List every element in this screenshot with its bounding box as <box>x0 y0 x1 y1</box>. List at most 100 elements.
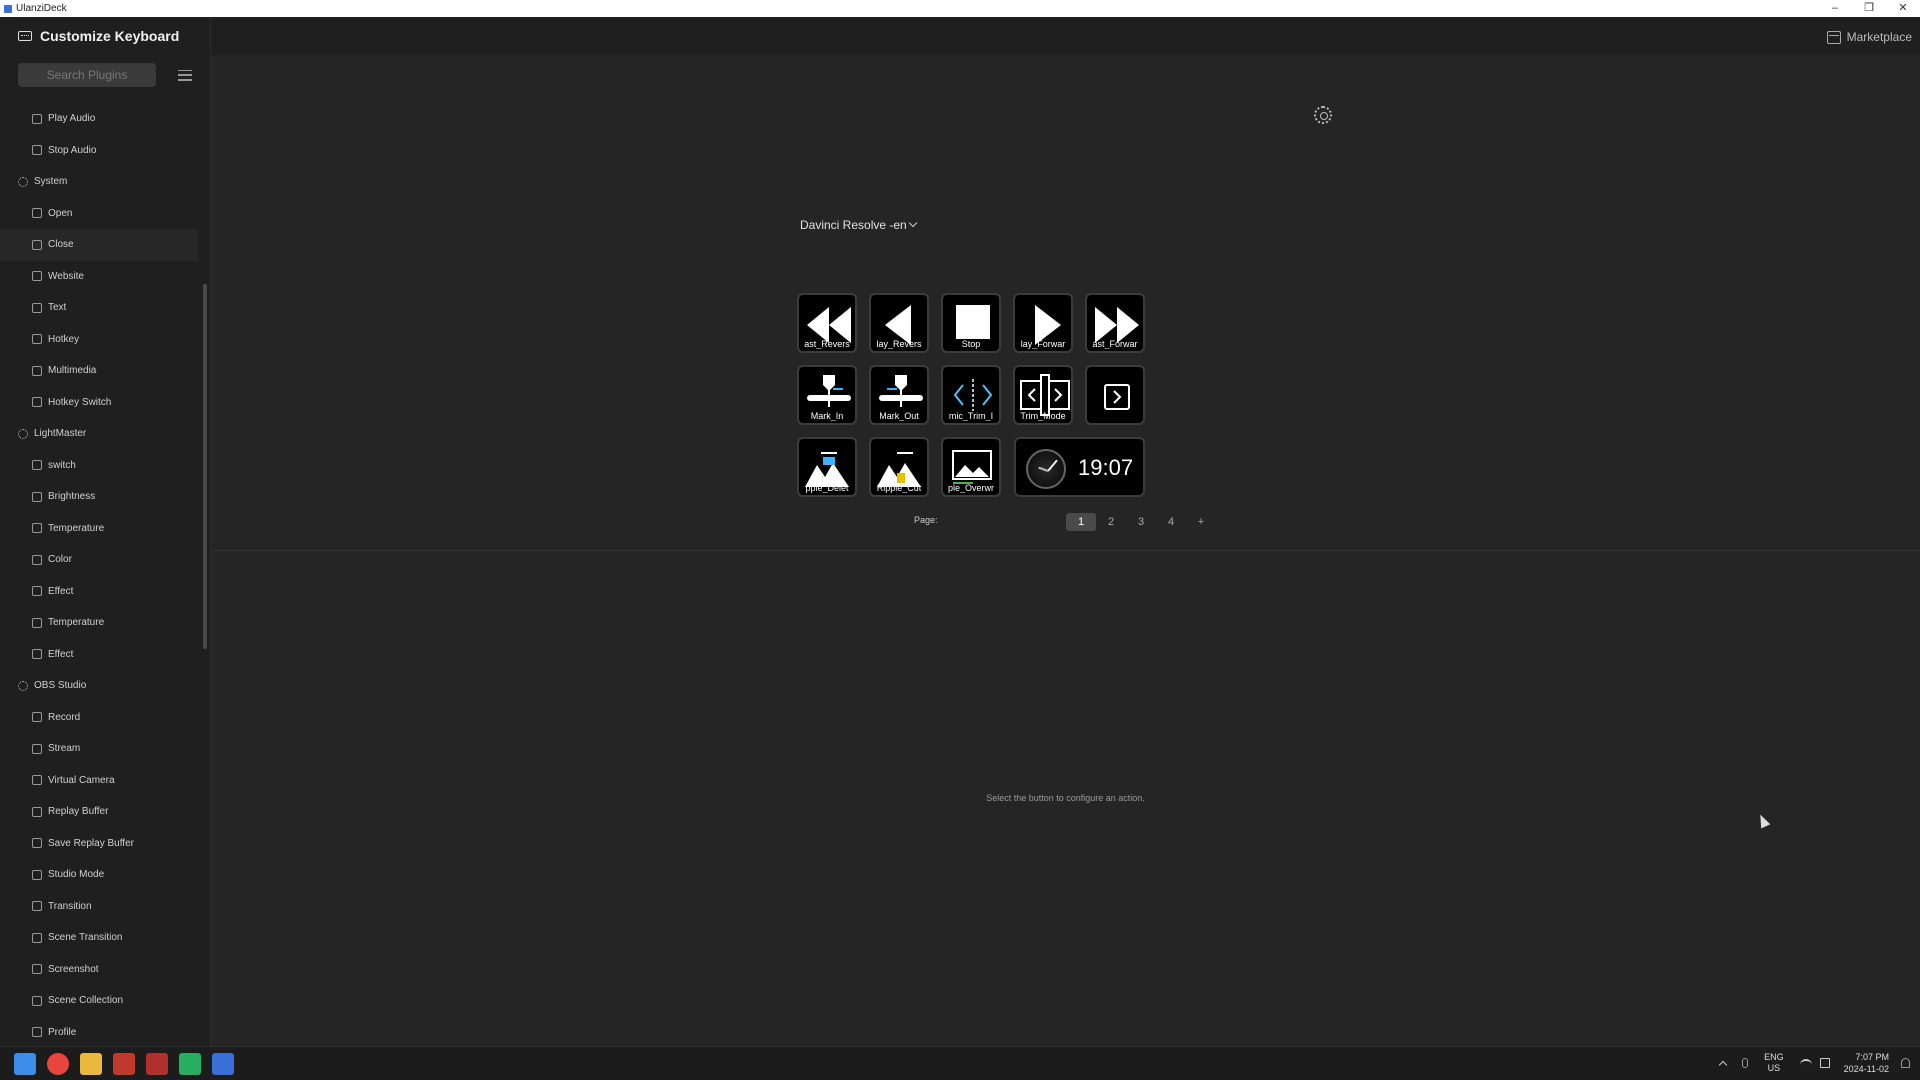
key-clock[interactable]: 19:07 <box>1014 437 1145 497</box>
key-trim-mode[interactable]: Trim_Mode <box>1013 365 1073 425</box>
key-play-reverse[interactable]: lay_Revers <box>869 293 929 353</box>
profile-name: Davinci Resolve -en <box>800 218 907 232</box>
sidebar-item-label: Close <box>48 239 74 251</box>
sidebar-header: Customize Keyboard <box>0 17 210 55</box>
replay-icon <box>32 806 42 817</box>
sidebar-item-label: Website <box>48 270 84 282</box>
page-button[interactable]: 4 <box>1156 513 1186 531</box>
sidebar-item-label: Save Replay Buffer <box>48 837 134 849</box>
sidebar-item[interactable]: Virtual Camera <box>0 765 210 797</box>
key-folder-open[interactable] <box>1085 365 1145 425</box>
sidebar-item-label: Open <box>48 207 73 219</box>
sidebar-item-label: Studio Mode <box>48 869 105 881</box>
settings-gear-icon[interactable] <box>1314 106 1332 124</box>
system-gear-icon <box>18 176 28 187</box>
sidebar-item[interactable]: Close <box>0 229 198 261</box>
sidebar-item[interactable]: Open <box>0 198 210 230</box>
sidebar-item-label: Hotkey <box>48 333 80 345</box>
sidebar-scrollbar[interactable] <box>203 284 207 649</box>
volume-icon[interactable] <box>1819 1058 1830 1068</box>
sidebar-item[interactable]: Save Replay Buffer <box>0 828 210 860</box>
sidebar-item[interactable]: Scene Transition <box>0 922 210 954</box>
language-indicator[interactable]: ENG US <box>1764 1052 1784 1074</box>
microphone-icon[interactable] <box>1742 1058 1749 1068</box>
sidebar-item-label: Replay Buffer <box>48 806 109 818</box>
wifi-icon[interactable] <box>1799 1059 1812 1067</box>
temperature-icon <box>32 523 42 534</box>
taskbar-date: 2024-11-02 <box>1843 1064 1889 1074</box>
sidebar-item[interactable]: Scene Collection <box>0 985 210 1017</box>
minimize-button[interactable]: – <box>1818 0 1852 17</box>
page-button[interactable]: 1 <box>1066 513 1096 531</box>
key-ripple-cut[interactable]: Ripple_Cut <box>869 437 929 497</box>
sidebar-item[interactable]: Effect <box>0 576 210 608</box>
page-button[interactable]: 3 <box>1126 513 1156 531</box>
key-label: ple_Overwr <box>947 483 994 493</box>
sidebar-group[interactable]: System <box>0 166 210 198</box>
sidebar-item[interactable]: Stop Audio <box>0 135 210 167</box>
sidebar-item[interactable]: Hotkey <box>0 324 210 356</box>
sidebar-item[interactable]: switch <box>0 450 210 482</box>
sidebar-item[interactable]: Play Audio <box>0 103 210 135</box>
color-icon <box>32 554 42 565</box>
sidebar-item[interactable]: Website <box>0 261 210 293</box>
marketplace-button[interactable]: Marketplace <box>1826 30 1912 44</box>
sidebar-group[interactable]: LightMaster <box>0 418 210 450</box>
file-explorer-icon[interactable] <box>80 1053 102 1075</box>
key-dynamic-trim[interactable]: mic_Trim_I <box>941 365 1001 425</box>
key-ripple-overwrite[interactable]: ple_Overwr <box>941 437 1001 497</box>
key-stop[interactable]: Stop <box>941 293 1001 353</box>
key-mark-out[interactable]: Mark_Out <box>869 365 929 425</box>
sidebar-item[interactable]: Stream <box>0 733 210 765</box>
ulanzideck-icon[interactable] <box>212 1053 234 1075</box>
key-mark-in[interactable]: Mark_In <box>797 365 857 425</box>
restore-button[interactable]: ❐ <box>1852 0 1886 17</box>
app-red-icon[interactable] <box>113 1053 135 1075</box>
sidebar-item[interactable]: Screenshot <box>0 954 210 986</box>
sidebar-item[interactable]: Text <box>0 292 210 324</box>
close-window-button[interactable]: ✕ <box>1886 0 1920 17</box>
key-ripple-delete[interactable]: pple_Delet <box>797 437 857 497</box>
taskbar-apps <box>14 1053 234 1075</box>
sidebar-item[interactable]: Record <box>0 702 210 734</box>
notification-bell-icon[interactable] <box>1901 1058 1910 1068</box>
page-button[interactable]: 2 <box>1096 513 1126 531</box>
key-play-forward[interactable]: lay_Forwar <box>1013 293 1073 353</box>
windows-start-icon[interactable] <box>14 1053 36 1075</box>
stop-audio-icon <box>32 145 42 156</box>
sidebar-item[interactable]: Color <box>0 544 210 576</box>
search-row <box>0 55 210 95</box>
sidebar-item[interactable]: Studio Mode <box>0 859 210 891</box>
key-fast-forward[interactable]: ast_Forwar <box>1085 293 1145 353</box>
key-label: ast_Forwar <box>1092 339 1138 349</box>
clock-date[interactable]: 7:07 PM 2024-11-02 <box>1844 1051 1889 1075</box>
key-label: mic_Trim_I <box>948 411 994 421</box>
app-media-icon[interactable] <box>146 1053 168 1075</box>
marketplace-label: Marketplace <box>1846 30 1912 44</box>
sidebar-item[interactable]: Brightness <box>0 481 210 513</box>
sidebar-item-label: Temperature <box>48 522 105 534</box>
sidebar-item[interactable]: Profile <box>0 1017 210 1047</box>
profile-dropdown[interactable]: Davinci Resolve -en <box>800 218 917 232</box>
add-page-button[interactable]: + <box>1186 513 1216 531</box>
globe-icon <box>32 271 42 282</box>
list-view-icon[interactable] <box>178 69 192 81</box>
chrome-icon[interactable] <box>47 1053 69 1075</box>
sidebar-item[interactable]: Transition <box>0 891 210 923</box>
sidebar-group[interactable]: OBS Studio <box>0 670 210 702</box>
hotkey-switch-icon <box>32 397 42 408</box>
app-green-icon[interactable] <box>179 1053 201 1075</box>
sidebar-item[interactable]: Multimedia <box>0 355 210 387</box>
sidebar-item[interactable]: Replay Buffer <box>0 796 210 828</box>
window-titlebar: UlanziDeck – ❐ ✕ <box>0 0 1920 17</box>
search-plugins-input[interactable] <box>18 63 156 87</box>
sidebar-item-label: System <box>34 176 68 188</box>
sidebar-item[interactable]: Effect <box>0 639 210 671</box>
top-bar: Marketplace <box>211 17 1920 55</box>
sidebar-item[interactable]: Hotkey Switch <box>0 387 210 419</box>
key-fast-reverse[interactable]: ast_Revers <box>797 293 857 353</box>
tray-overflow-icon[interactable] <box>1718 1060 1728 1070</box>
sidebar-item[interactable]: Temperature <box>0 607 210 639</box>
sidebar-item[interactable]: Temperature <box>0 513 210 545</box>
close-icon <box>32 239 42 250</box>
